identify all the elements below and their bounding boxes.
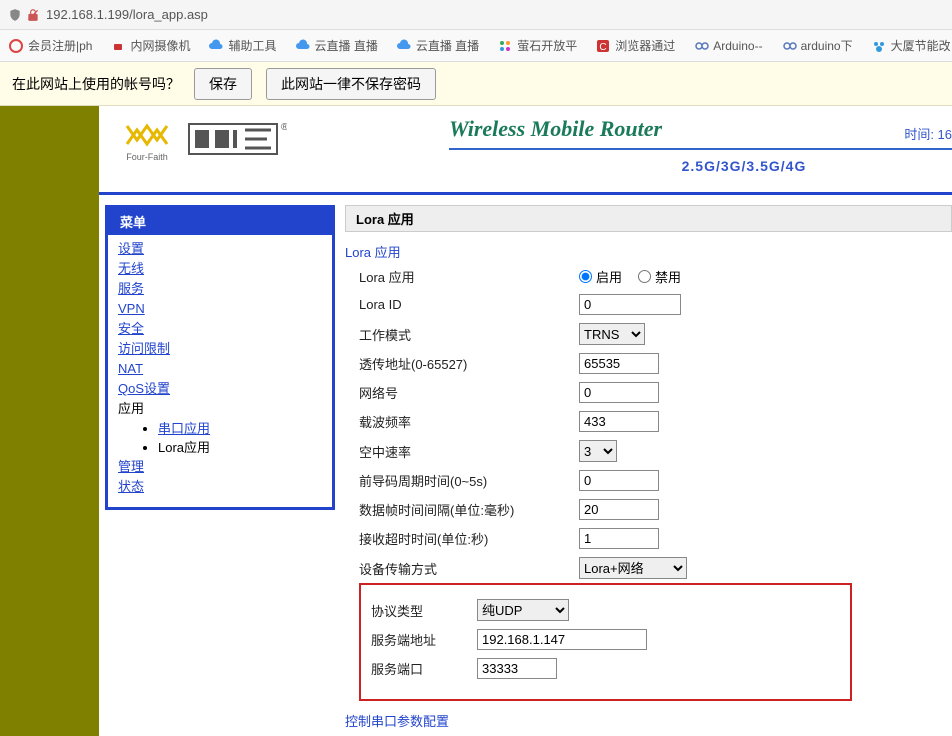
input-frame[interactable] xyxy=(579,499,659,520)
radio-enable[interactable]: 启用 xyxy=(579,267,622,286)
section-label: Lora 应用 xyxy=(345,242,952,261)
input-freq[interactable] xyxy=(579,411,659,432)
field-label-proto: 协议类型 xyxy=(371,601,477,620)
menu-wireless[interactable]: 无线 xyxy=(118,261,144,276)
field-label-addr: 透传地址(0-65527) xyxy=(359,354,579,373)
field-label-net: 网络号 xyxy=(359,383,579,402)
never-save-button[interactable]: 此网站一律不保存密码 xyxy=(266,68,436,100)
divider xyxy=(99,192,952,195)
grid-icon xyxy=(497,38,513,54)
brand-logo: Four-Faith ® xyxy=(117,120,287,172)
sidebar-menu: 菜单 设置 无线 服务 VPN 安全 访问限制 NAT QoS设置 应用 串口应… xyxy=(105,205,335,510)
not-secure-icon xyxy=(26,8,40,22)
bookmark-item[interactable]: 萤石开放平 xyxy=(497,37,577,54)
save-password-prompt: 在此网站上使用的帐号吗？ 保存 此网站一律不保存密码 xyxy=(0,62,952,106)
bookmark-item[interactable]: 云直播 直播 xyxy=(396,37,479,54)
bookmark-item[interactable]: 内网摄像机 xyxy=(110,37,190,54)
svg-text:®: ® xyxy=(281,122,287,133)
bookmark-item[interactable]: arduino下 xyxy=(781,37,853,54)
cloud-icon xyxy=(295,38,311,54)
cloud-icon xyxy=(208,38,224,54)
field-label-timeout: 接收超时时间(单位:秒) xyxy=(359,529,579,548)
submenu-lora: Lora应用 xyxy=(158,440,210,455)
bookmark-icon xyxy=(8,38,24,54)
svg-text:C: C xyxy=(600,42,607,53)
section-label-serial: 控制串口参数配置 xyxy=(345,711,952,730)
time-label: 时间: 16 xyxy=(904,124,952,143)
bookmark-item[interactable]: 云直播 直播 xyxy=(295,37,378,54)
panel-title: Lora 应用 xyxy=(345,205,952,232)
highlighted-server-config: 协议类型 纯UDP 服务端地址 服务端口 xyxy=(359,583,852,701)
url-text[interactable]: 192.168.1.199/lora_app.asp xyxy=(46,7,208,22)
input-timeout[interactable] xyxy=(579,528,659,549)
page-title: Wireless Mobile Router xyxy=(449,116,952,150)
browser-address-bar: 192.168.1.199/lora_app.asp xyxy=(0,0,952,30)
bookmark-icon xyxy=(110,38,126,54)
bookmark-item[interactable]: 辅助工具 xyxy=(208,37,276,54)
input-addr[interactable] xyxy=(579,353,659,374)
menu-qos[interactable]: QoS设置 xyxy=(118,381,170,396)
bookmark-item[interactable]: 会员注册|ph xyxy=(8,37,92,54)
field-label-rate: 空中速率 xyxy=(359,442,579,461)
field-label-mode: 工作模式 xyxy=(359,325,579,344)
menu-status[interactable]: 状态 xyxy=(118,479,144,494)
bookmark-item[interactable]: C浏览器通过 xyxy=(595,37,675,54)
radio-disable[interactable]: 禁用 xyxy=(638,267,681,286)
bookmark-item[interactable]: 大厦节能改 xyxy=(871,37,951,54)
field-label-loraid: Lora ID xyxy=(359,297,579,312)
bands-label: 2.5G/3G/3.5G/4G xyxy=(449,158,952,174)
input-server-port[interactable] xyxy=(477,658,557,679)
left-olive-strip xyxy=(0,106,99,736)
prompt-text: 在此网站上使用的帐号吗？ xyxy=(12,74,180,94)
shield-icon xyxy=(8,8,22,22)
menu-vpn[interactable]: VPN xyxy=(118,301,145,316)
field-label-freq: 载波频率 xyxy=(359,412,579,431)
input-preamble[interactable] xyxy=(579,470,659,491)
field-label-transport: 设备传输方式 xyxy=(359,559,579,578)
menu-access[interactable]: 访问限制 xyxy=(118,341,170,356)
menu-security[interactable]: 安全 xyxy=(118,321,144,336)
field-label-server-addr: 服务端地址 xyxy=(371,630,477,649)
square-icon: C xyxy=(595,38,611,54)
arduino-icon xyxy=(781,38,797,54)
select-transport[interactable]: Lora+网络 xyxy=(579,557,687,579)
bookmark-item[interactable]: Arduino-- xyxy=(693,38,762,54)
menu-services[interactable]: 服务 xyxy=(118,281,144,296)
paw-icon xyxy=(871,38,887,54)
field-label-app: Lora 应用 xyxy=(359,267,579,286)
menu-nat[interactable]: NAT xyxy=(118,361,143,376)
cloud-icon xyxy=(396,38,412,54)
menu-admin[interactable]: 管理 xyxy=(118,459,144,474)
field-label-frame: 数据帧时间间隔(单位:毫秒) xyxy=(359,500,579,519)
save-button[interactable]: 保存 xyxy=(194,68,252,100)
menu-app: 应用 xyxy=(118,401,144,416)
arduino-icon xyxy=(693,38,709,54)
field-label-server-port: 服务端口 xyxy=(371,659,477,678)
input-server-addr[interactable] xyxy=(477,629,647,650)
field-label-preamble: 前导码周期时间(0~5s) xyxy=(359,471,579,490)
brand-subtext: Four-Faith xyxy=(126,152,168,162)
input-net[interactable] xyxy=(579,382,659,403)
input-lora-id[interactable] xyxy=(579,294,681,315)
select-rate[interactable]: 3 xyxy=(579,440,617,462)
menu-title: 菜单 xyxy=(108,208,332,235)
select-mode[interactable]: TRNS xyxy=(579,323,645,345)
submenu-serial[interactable]: 串口应用 xyxy=(158,421,210,436)
select-proto[interactable]: 纯UDP xyxy=(477,599,569,621)
menu-settings[interactable]: 设置 xyxy=(118,241,144,256)
bookmarks-bar: 会员注册|ph 内网摄像机 辅助工具 云直播 直播 云直播 直播 萤石开放平 C… xyxy=(0,30,952,62)
